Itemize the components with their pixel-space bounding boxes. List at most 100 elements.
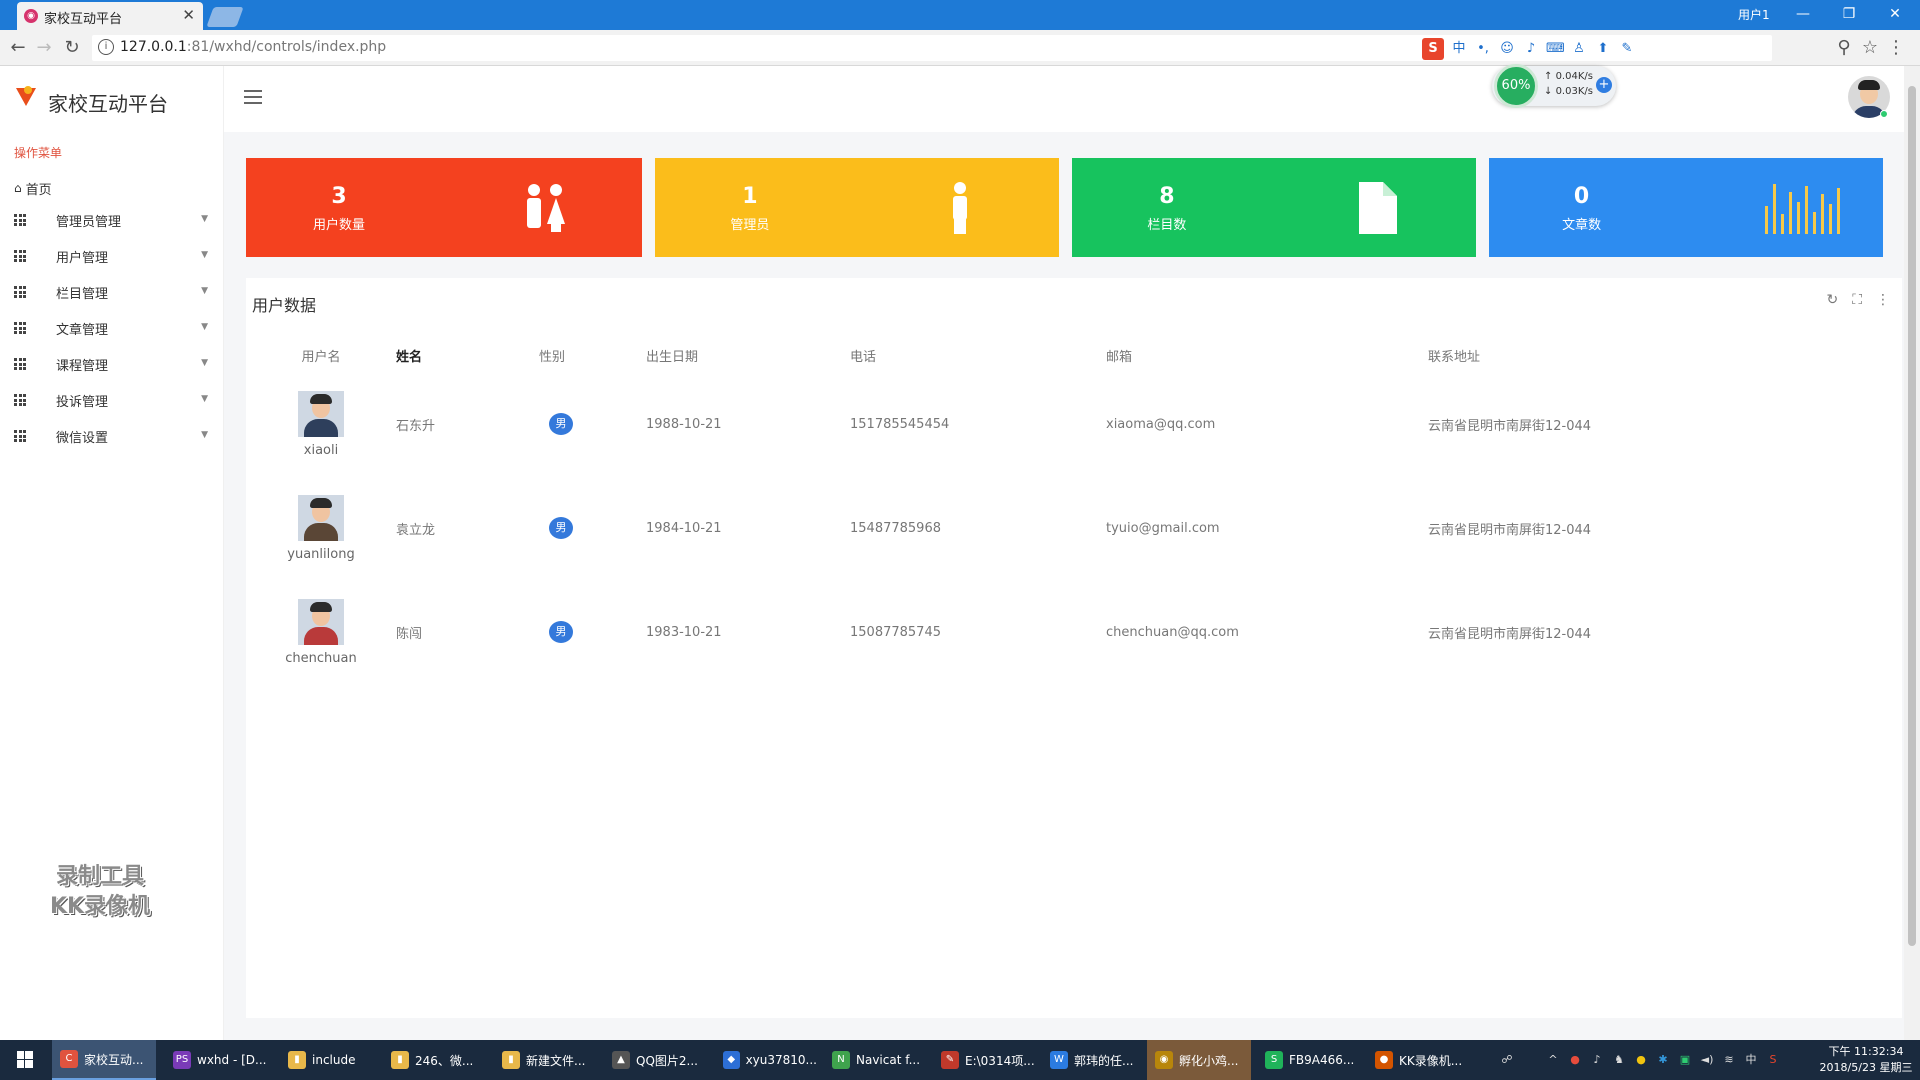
ime-keyboard-icon[interactable]: ⌨	[1546, 40, 1565, 58]
clock-time: 下午 11:32:34	[1828, 1045, 1904, 1058]
tray-app-yellow-icon[interactable]: ●	[1634, 1053, 1648, 1067]
taskbar-app-icon: ●	[1375, 1051, 1393, 1069]
sidebar-menu-item[interactable]: 管理员管理 ▼	[0, 202, 224, 238]
url-text[interactable]: 127.0.0.1:81/wxhd/controls/index.php	[120, 39, 386, 55]
taskbar-item[interactable]: ▮ 新建文件...	[494, 1040, 598, 1080]
volume-icon[interactable]: ◄)	[1700, 1053, 1714, 1067]
taskbar-item[interactable]: ✎ E:\0314项...	[933, 1040, 1035, 1080]
ime-tools-icon[interactable]: ✎	[1618, 40, 1636, 58]
new-tab-button[interactable]	[206, 7, 244, 27]
user-photo[interactable]	[298, 598, 344, 645]
user-photo[interactable]	[298, 494, 344, 541]
table-row[interactable]: yuanlilong 袁立龙 男 1984-10-21 15487785968 tyuio…	[246, 476, 1902, 580]
column-header[interactable]: 用户名	[246, 338, 396, 372]
ime-voice-icon[interactable]: ♪	[1522, 40, 1540, 58]
sogou-ime-icon[interactable]: S	[1422, 38, 1444, 60]
address-bar[interactable]: i 127.0.0.1:81/wxhd/controls/index.php S…	[92, 35, 1772, 61]
sidebar-menu-item[interactable]: 用户管理 ▼	[0, 238, 224, 274]
forward-arrow-icon[interactable]: →	[32, 36, 56, 60]
taskbar-item[interactable]: ▮ include	[280, 1040, 376, 1080]
minimize-button[interactable]: —	[1788, 3, 1818, 25]
browser-tab[interactable]: ◉ 家校互动平台 ✕	[17, 2, 203, 30]
scrollbar-thumb[interactable]	[1908, 86, 1916, 946]
fullscreen-icon[interactable]: ⛶	[1852, 292, 1862, 308]
taskbar-item[interactable]: ◉ 孵化小鸡...	[1147, 1040, 1251, 1080]
stat-card[interactable]: 3 用户数量	[246, 158, 642, 257]
sidebar-menu-item[interactable]: 微信设置 ▼	[0, 418, 224, 454]
more-options-icon[interactable]: ⋮	[1876, 292, 1890, 308]
chevron-down-icon: ▼	[201, 358, 208, 368]
ime-skin-icon[interactable]: ⬆	[1594, 40, 1612, 58]
sidebar-menu-item[interactable]: 投诉管理 ▼	[0, 382, 224, 418]
bluetooth-icon[interactable]: ✱	[1656, 1053, 1670, 1067]
sidebar-item-home[interactable]: ⌂ 首页	[0, 174, 224, 202]
ime-user-icon[interactable]: ♙	[1570, 40, 1588, 58]
column-header[interactable]: 电话	[850, 338, 1106, 372]
column-header[interactable]: 姓名	[396, 338, 539, 372]
taskbar-item[interactable]: N Navicat f...	[824, 1040, 926, 1080]
stat-card[interactable]: 8 栏目数	[1072, 158, 1476, 257]
people-icon[interactable]: ☍	[1500, 1053, 1514, 1067]
column-header[interactable]: 联系地址	[1428, 338, 1902, 372]
username: yuanlilong	[287, 546, 355, 562]
user-photo[interactable]	[298, 390, 344, 437]
taskbar-item[interactable]: W 郭玮的任...	[1042, 1040, 1140, 1080]
pin-icon[interactable]: ⚲	[1832, 36, 1856, 60]
gender-cell: 男	[539, 372, 646, 476]
column-header[interactable]: 邮箱	[1106, 338, 1428, 372]
browser-profile-name[interactable]: 用户1	[1738, 6, 1770, 23]
sogou-tray-icon[interactable]: S	[1766, 1053, 1780, 1067]
grid-icon	[14, 214, 26, 226]
home-icon: ⌂	[14, 181, 22, 195]
taskbar-item-label: 郭玮的任...	[1074, 1053, 1134, 1068]
ime-indicator[interactable]: 中	[1744, 1053, 1758, 1067]
online-status-dot	[1880, 110, 1888, 118]
taskbar-item[interactable]: ● KK录像机...	[1367, 1040, 1477, 1080]
taskbar-item[interactable]: C 家校互动...	[52, 1040, 156, 1080]
ime-emoji-icon[interactable]: ☺	[1498, 40, 1516, 58]
close-window-button[interactable]: ✕	[1880, 3, 1910, 25]
network-speed-widget[interactable]: 60% ↑ 0.04K/s ↓ 0.03K/s +	[1492, 64, 1616, 108]
taskbar-item[interactable]: PS wxhd - [D...	[165, 1040, 273, 1080]
notification-bell-icon[interactable]: ♪	[1590, 1053, 1604, 1067]
windows-start-icon[interactable]	[8, 1048, 42, 1072]
phone-cell: 15087785745	[850, 624, 941, 640]
taskbar-item[interactable]: ▲ QQ图片2...	[604, 1040, 708, 1080]
back-arrow-icon[interactable]: ←	[6, 36, 30, 60]
tray-app-green-icon[interactable]: ▣	[1678, 1053, 1692, 1067]
tray-app-red-icon[interactable]: ●	[1568, 1053, 1582, 1067]
gender-badge: 男	[549, 517, 573, 539]
stat-card[interactable]: 0 文章数	[1489, 158, 1883, 257]
taskbar-item[interactable]: S FB9A466...	[1257, 1040, 1361, 1080]
system-clock[interactable]: 下午 11:32:34 2018/5/23 星期三	[1812, 1044, 1920, 1076]
column-header[interactable]: 性别	[539, 338, 646, 372]
browser-menu-icon[interactable]: ⋮	[1884, 36, 1908, 60]
address-cell: 云南省昆明市南屏街12-044	[1428, 522, 1592, 538]
wifi-icon[interactable]: ≋	[1722, 1053, 1736, 1067]
taskbar-app-icon: S	[1265, 1051, 1283, 1069]
plus-icon[interactable]: +	[1596, 77, 1612, 93]
taskbar-item[interactable]: ▮ 246、微...	[383, 1040, 487, 1080]
table-row[interactable]: xiaoli 石东升 男 1988-10-21 151785545454 xiaoma@q…	[246, 372, 1902, 476]
tray-app-penguin-icon[interactable]: ♞	[1612, 1053, 1626, 1067]
restore-button[interactable]: ❐	[1834, 3, 1864, 25]
tab-close-icon[interactable]: ✕	[182, 6, 195, 24]
tray-expand-icon[interactable]: ^	[1546, 1053, 1560, 1067]
reload-icon[interactable]: ↻	[60, 36, 84, 60]
sidebar-menu-item[interactable]: 文章管理 ▼	[0, 310, 224, 346]
stat-label: 栏目数	[1147, 218, 1187, 233]
stat-card[interactable]: 1 管理员	[655, 158, 1059, 257]
table-row[interactable]: chenchuan 陈闯 男 1983-10-21 15087785745 chenchu…	[246, 580, 1902, 684]
ime-punctuation-icon[interactable]: •,	[1474, 40, 1492, 58]
column-header[interactable]: 出生日期	[646, 338, 850, 372]
taskbar-item[interactable]: ◆ xyu37810...	[715, 1040, 817, 1080]
refresh-icon[interactable]: ↻	[1826, 292, 1838, 308]
bookmark-star-icon[interactable]: ☆	[1858, 36, 1882, 60]
info-icon[interactable]: i	[98, 39, 114, 55]
hamburger-menu-icon[interactable]	[244, 90, 262, 104]
sidebar-item-label: 用户管理	[56, 250, 109, 266]
ime-chinese-icon[interactable]: 中	[1450, 40, 1468, 58]
sidebar-menu-item[interactable]: 栏目管理 ▼	[0, 274, 224, 310]
page-scrollbar[interactable]	[1904, 66, 1920, 1040]
sidebar-menu-item[interactable]: 课程管理 ▼	[0, 346, 224, 382]
